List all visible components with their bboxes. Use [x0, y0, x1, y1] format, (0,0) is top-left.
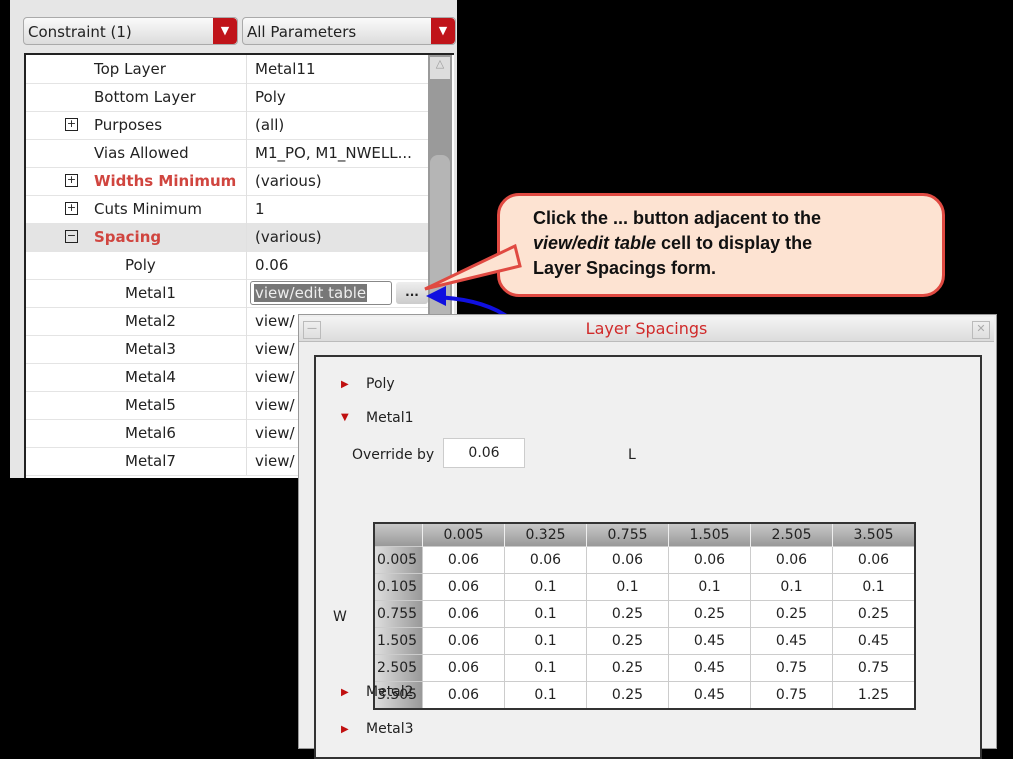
table-row: 0.755 0.06 0.1 0.25 0.25 0.25 0.25 [373, 600, 916, 628]
layer-metal3[interactable]: Metal3 [366, 721, 414, 737]
layer-metal2[interactable]: Metal2 [366, 684, 414, 700]
column-header: 3.505 [832, 523, 916, 547]
table-cell[interactable]: 0.1 [750, 573, 833, 601]
table-cell[interactable]: 0.25 [750, 600, 833, 628]
column-header: 1.505 [668, 523, 751, 547]
table-cell[interactable]: 0.06 [422, 681, 505, 710]
row-header: 1.505 [373, 627, 423, 655]
table-cell[interactable]: 0.45 [668, 654, 751, 682]
table-row: 3.505 0.06 0.1 0.25 0.45 0.75 1.25 [373, 681, 916, 710]
table-cell[interactable]: 0.06 [668, 546, 751, 574]
table-cell[interactable]: 0.06 [422, 600, 505, 628]
table-cell[interactable]: 0.45 [668, 681, 751, 710]
w-axis-label: W [333, 609, 347, 625]
table-row: 0.005 0.06 0.06 0.06 0.06 0.06 0.06 [373, 546, 916, 574]
table-cell[interactable]: 0.75 [832, 654, 916, 682]
table-row: 0.105 0.06 0.1 0.1 0.1 0.1 0.1 [373, 573, 916, 601]
column-header: 0.755 [586, 523, 669, 547]
expand-arrow-icon[interactable]: ▶ [341, 724, 349, 735]
close-icon[interactable]: ✕ [972, 321, 990, 339]
table-cell[interactable]: 0.1 [504, 573, 587, 601]
layer-spacings-dialog: Layer Spacings — ✕ ▶ Poly ▼ Metal1 Overr… [298, 314, 997, 759]
collapse-arrow-icon[interactable]: ▼ [341, 412, 349, 423]
dialog-title-bar: Layer Spacings — ✕ [299, 317, 994, 342]
expand-arrow-icon[interactable]: ▶ [341, 379, 349, 390]
table-cell[interactable]: 0.1 [504, 627, 587, 655]
table-row: 2.505 0.06 0.1 0.25 0.45 0.75 0.75 [373, 654, 916, 682]
table-cell[interactable]: 0.1 [504, 600, 587, 628]
table-cell[interactable]: 0.06 [504, 546, 587, 574]
dialog-content: ▶ Poly ▼ Metal1 Override by 0.06 L W 0.0… [314, 355, 982, 759]
table-cell[interactable]: 0.75 [750, 654, 833, 682]
corner-cell [374, 523, 423, 547]
table-cell[interactable]: 0.06 [422, 546, 505, 574]
table-cell[interactable]: 0.25 [586, 627, 669, 655]
table-cell[interactable]: 0.06 [422, 627, 505, 655]
table-cell[interactable]: 0.25 [832, 600, 916, 628]
layer-poly[interactable]: Poly [366, 376, 395, 392]
table-cell[interactable]: 0.1 [668, 573, 751, 601]
table-cell[interactable]: 0.25 [586, 654, 669, 682]
table-cell[interactable]: 0.25 [668, 600, 751, 628]
row-header: 2.505 [373, 654, 423, 682]
table-cell[interactable]: 0.06 [832, 546, 916, 574]
table-cell[interactable]: 0.1 [504, 681, 587, 710]
row-header: 0.005 [373, 546, 423, 574]
dialog-title: Layer Spacings [585, 319, 708, 338]
table-cell[interactable]: 1.25 [832, 681, 916, 710]
table-cell[interactable]: 0.1 [504, 654, 587, 682]
override-label: Override by [352, 447, 435, 463]
table-cell[interactable]: 0.25 [586, 681, 669, 710]
column-header: 0.005 [422, 523, 505, 547]
callout-tail [424, 243, 522, 291]
table-cell[interactable]: 0.06 [586, 546, 669, 574]
column-header: 2.505 [750, 523, 833, 547]
table-cell[interactable]: 0.45 [750, 627, 833, 655]
row-header: 0.105 [373, 573, 423, 601]
expand-arrow-icon[interactable]: ▶ [341, 687, 349, 698]
minimize-icon[interactable]: — [303, 321, 321, 339]
table-cell[interactable]: 0.1 [832, 573, 916, 601]
table-row: 1.505 0.06 0.1 0.25 0.45 0.45 0.45 [373, 627, 916, 655]
l-axis-label: L [628, 447, 636, 463]
table-cell[interactable]: 0.06 [422, 654, 505, 682]
table-cell[interactable]: 0.06 [750, 546, 833, 574]
table-cell[interactable]: 0.25 [586, 600, 669, 628]
table-cell[interactable]: 0.45 [668, 627, 751, 655]
table-cell[interactable]: 0.1 [586, 573, 669, 601]
override-input[interactable]: 0.06 [443, 438, 525, 468]
table-cell[interactable]: 0.75 [750, 681, 833, 710]
table-cell[interactable]: 0.45 [832, 627, 916, 655]
table-cell[interactable]: 0.06 [422, 573, 505, 601]
spacing-table: 0.005 0.325 0.755 1.505 2.505 3.505 0.005 0.06 0… [373, 522, 916, 710]
row-header: 0.755 [373, 600, 423, 628]
layer-metal1[interactable]: Metal1 [366, 410, 414, 426]
column-header: 0.325 [504, 523, 587, 547]
